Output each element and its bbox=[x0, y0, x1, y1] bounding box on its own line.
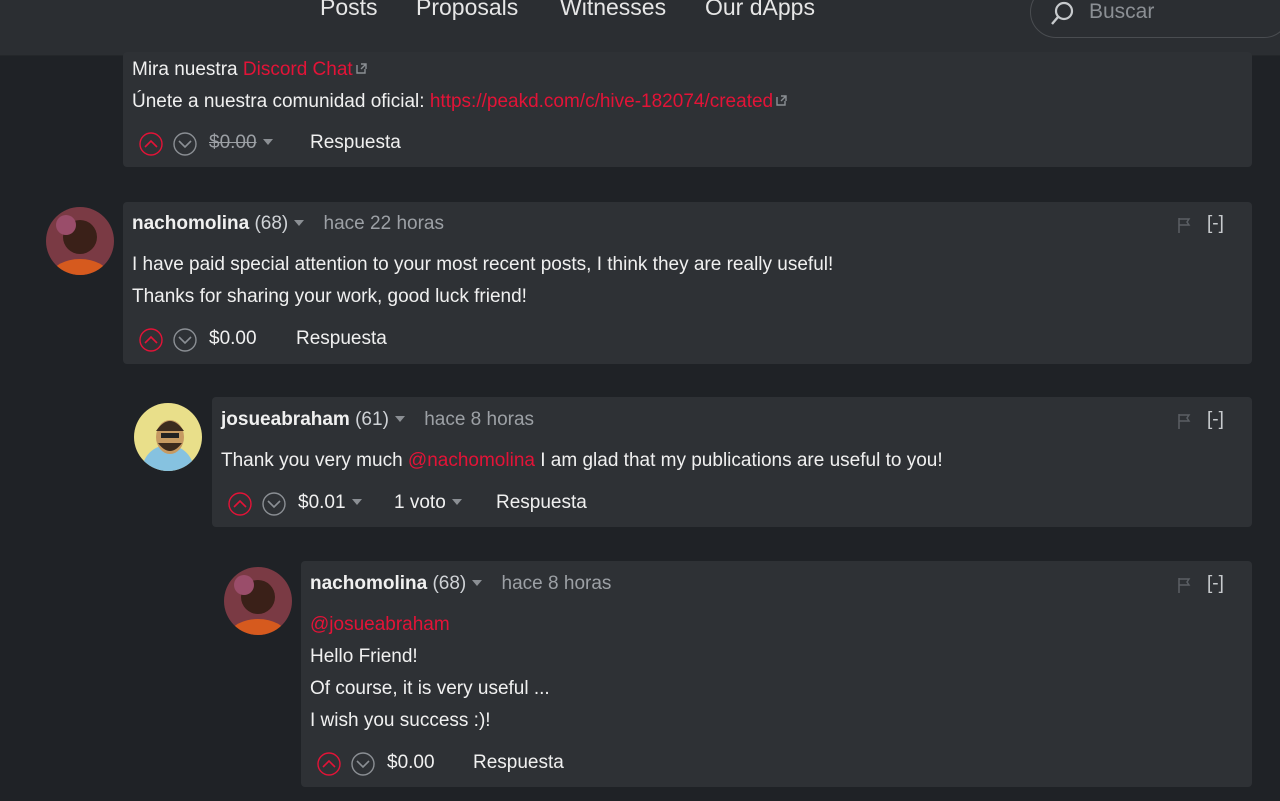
comment-line: Mira nuestra Discord Chat bbox=[132, 59, 367, 81]
avatar[interactable] bbox=[134, 403, 202, 471]
flag-icon[interactable] bbox=[1177, 577, 1191, 593]
comment-author-line: josueabraham (61) hace 8 horas bbox=[221, 409, 534, 431]
downvote-icon[interactable] bbox=[351, 752, 375, 776]
comment-line: Hello Friend! bbox=[310, 646, 418, 667]
comment-line: Únete a nuestra comunidad oficial: https… bbox=[132, 91, 787, 113]
author-reputation: (61) bbox=[355, 409, 389, 430]
nav-witnesses[interactable]: Witnesses bbox=[560, 0, 666, 21]
reply-button[interactable]: Respuesta bbox=[496, 492, 587, 514]
nav-posts[interactable]: Posts bbox=[320, 0, 378, 21]
caret-down-icon bbox=[262, 139, 273, 145]
upvote-icon[interactable] bbox=[139, 328, 163, 352]
external-link-icon bbox=[356, 63, 367, 74]
comment-card: nachomolina (68) hace 8 horas [-] @josue… bbox=[301, 561, 1252, 787]
downvote-icon[interactable] bbox=[173, 328, 197, 352]
reply-button[interactable]: Respuesta bbox=[310, 132, 401, 154]
author-reputation: (68) bbox=[432, 573, 467, 594]
comment-line: I have paid special attention to your mo… bbox=[132, 254, 834, 275]
comment-line: Thanks for sharing your work, good luck … bbox=[132, 286, 527, 307]
search-box[interactable]: Buscar bbox=[1030, 0, 1280, 38]
author-name[interactable]: nachomolina bbox=[310, 573, 427, 594]
comment-line: Of course, it is very useful ... bbox=[310, 678, 550, 699]
flag-icon[interactable] bbox=[1177, 217, 1191, 233]
collapse-button[interactable]: [-] bbox=[1207, 213, 1224, 235]
comment-time[interactable]: hace 8 horas bbox=[502, 573, 612, 594]
collapse-button[interactable]: [-] bbox=[1207, 573, 1224, 595]
search-icon bbox=[1049, 1, 1075, 32]
top-nav-bar: Posts Proposals Witnesses Our dApps Busc… bbox=[0, 0, 1280, 56]
comment-line: Thank you very much @nachomolina I am gl… bbox=[221, 450, 943, 472]
comment-line: I wish you success :)! bbox=[310, 710, 491, 731]
comment-time[interactable]: hace 8 horas bbox=[424, 409, 534, 430]
mention-link[interactable]: @nachomolina bbox=[408, 450, 535, 471]
author-name[interactable]: josueabraham bbox=[221, 409, 350, 430]
reply-button[interactable]: Respuesta bbox=[296, 328, 387, 350]
community-link[interactable]: https://peakd.com/c/hive-182074/created bbox=[430, 91, 773, 112]
comment-author-line: nachomolina (68) hace 22 horas bbox=[132, 213, 444, 235]
line-text: Mira nuestra bbox=[132, 59, 243, 80]
author-reputation: (68) bbox=[254, 213, 289, 234]
line-text: I am glad that my publications are usefu… bbox=[534, 450, 943, 471]
flag-icon[interactable] bbox=[1177, 413, 1191, 429]
collapse-button[interactable]: [-] bbox=[1207, 409, 1224, 431]
comment-card: Mira nuestra Discord Chat Únete a nuestr… bbox=[123, 52, 1252, 167]
comment-footer: $0.00 Respuesta bbox=[139, 328, 539, 358]
comment-footer: $0.00 Respuesta bbox=[139, 132, 539, 162]
nav-dapps[interactable]: Our dApps bbox=[705, 0, 815, 21]
nav-proposals[interactable]: Proposals bbox=[416, 0, 518, 21]
caret-down-icon bbox=[351, 499, 362, 505]
caret-down-icon[interactable] bbox=[294, 220, 305, 226]
avatar[interactable] bbox=[224, 567, 292, 635]
vote-count[interactable]: 1 voto bbox=[394, 492, 462, 514]
line-text: Únete a nuestra comunidad oficial: bbox=[132, 91, 430, 112]
upvote-icon[interactable] bbox=[317, 752, 341, 776]
payout-value[interactable]: $0.00 bbox=[387, 752, 435, 774]
upvote-icon[interactable] bbox=[139, 132, 163, 156]
search-input[interactable]: Buscar bbox=[1089, 0, 1154, 24]
upvote-icon[interactable] bbox=[228, 492, 252, 516]
mention-link[interactable]: @josueabraham bbox=[310, 614, 450, 636]
comment-footer: $0.01 1 voto Respuesta bbox=[228, 492, 648, 522]
payout-value[interactable]: $0.00 bbox=[209, 132, 273, 154]
external-link-icon bbox=[776, 95, 787, 106]
caret-down-icon bbox=[451, 499, 462, 505]
caret-down-icon[interactable] bbox=[394, 416, 405, 422]
payout-value[interactable]: $0.00 bbox=[209, 328, 257, 350]
comment-card: nachomolina (68) hace 22 horas [-] I hav… bbox=[123, 202, 1252, 364]
avatar[interactable] bbox=[46, 207, 114, 275]
payout-value[interactable]: $0.01 bbox=[298, 492, 362, 514]
reply-button[interactable]: Respuesta bbox=[473, 752, 564, 774]
line-text: Thank you very much bbox=[221, 450, 408, 471]
comment-footer: $0.00 Respuesta bbox=[317, 752, 717, 782]
comment-time[interactable]: hace 22 horas bbox=[324, 213, 444, 234]
comment-card: josueabraham (61) hace 8 horas [-] Thank… bbox=[212, 397, 1252, 527]
downvote-icon[interactable] bbox=[262, 492, 286, 516]
caret-down-icon[interactable] bbox=[472, 580, 483, 586]
comment-author-line: nachomolina (68) hace 8 horas bbox=[310, 573, 611, 595]
discord-link[interactable]: Discord Chat bbox=[243, 59, 353, 80]
downvote-icon[interactable] bbox=[173, 132, 197, 156]
author-name[interactable]: nachomolina bbox=[132, 213, 249, 234]
